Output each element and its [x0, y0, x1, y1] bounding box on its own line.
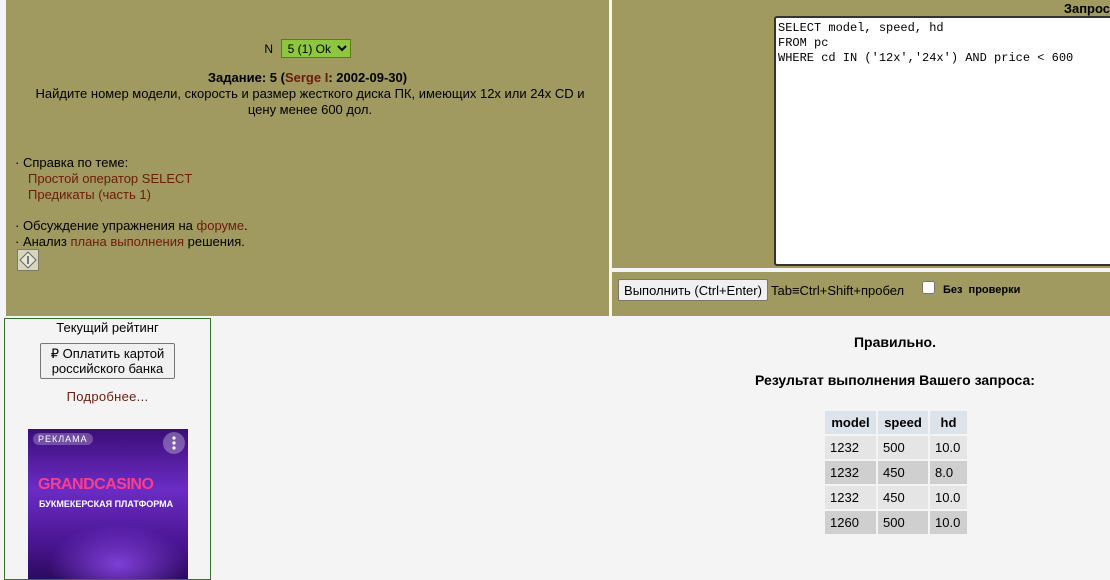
- more-vertical-icon[interactable]: [163, 432, 185, 454]
- result-header-row: model speed hd: [825, 411, 967, 434]
- table-cell-speed: 500: [878, 436, 928, 459]
- table-cell-speed: 450: [878, 461, 928, 484]
- result-verdict: Правильно.: [853, 334, 936, 350]
- ad-banner[interactable]: РЕКЛАМА GRANDCASINO БУКМЕКЕРСКАЯ ПЛАТФОР…: [28, 429, 188, 579]
- help-title: · Справка по теме:: [15, 155, 129, 170]
- result-table: model speed hd 1232 500 10.0 1232 450 8.…: [823, 409, 969, 536]
- task-selector[interactable]: 5 (1) Ok: [280, 39, 351, 58]
- table-row: 1260 500 10.0: [825, 511, 967, 534]
- analysis-prefix: · Анализ: [15, 234, 71, 249]
- task-text: Найдите номер модели, скорость и размер …: [35, 86, 585, 117]
- table-row: 1232 500 10.0: [825, 436, 967, 459]
- help-block: · Справка по теме: Простой оператор SELE…: [15, 155, 248, 250]
- ad-decoration: [48, 524, 188, 579]
- result-title: Результат выполнения Вашего запроса:: [755, 372, 1035, 388]
- more-link[interactable]: Подробнее...: [5, 389, 210, 404]
- table-cell-model: 1232: [825, 461, 876, 484]
- rating-title: Текущий рейтинг: [56, 320, 159, 335]
- task-panel: N 5 (1) Ok Задание: 5 (Serge I: 2002-09-…: [6, 0, 609, 316]
- hotkey-hint: Tab≡Ctrl+Shift+пробел: [771, 283, 905, 298]
- ad-brand: GRANDCASINO: [38, 476, 154, 493]
- table-cell-model: 1260: [825, 511, 876, 534]
- table-cell-model: 1232: [825, 486, 876, 509]
- run-bar: Выполнить (Ctrl+Enter) Tab≡Ctrl+Shift+пр…: [612, 272, 1110, 316]
- no-check-label: Без проверки: [943, 284, 1021, 296]
- no-check-checkbox[interactable]: [922, 281, 935, 294]
- task-selector-row: N 5 (1) Ok: [6, 39, 609, 58]
- info-diamond-icon: [19, 251, 37, 269]
- run-query-button[interactable]: Выполнить (Ctrl+Enter): [618, 279, 768, 301]
- table-cell-hd: 8.0: [930, 461, 967, 484]
- analysis-line: · Анализ плана выполнения решения.: [15, 234, 248, 250]
- table-cell-hd: 10.0: [930, 486, 967, 509]
- task-selector-label: N: [264, 42, 274, 56]
- pay-card-button[interactable]: ₽ Оплатить картой российского банка: [40, 343, 175, 379]
- forum-link[interactable]: форуме: [197, 218, 245, 233]
- author-link[interactable]: Serge I: [285, 70, 328, 85]
- ad-tagline: БУКМЕКЕРСКАЯ ПЛАТФОРМА: [39, 499, 174, 509]
- query-panel: Запрос SELECT model, speed, hd FROM pc W…: [612, 0, 1110, 268]
- column-header-speed: speed: [878, 411, 928, 434]
- ad-badge: РЕКЛАМА: [33, 433, 93, 445]
- query-label: Запрос: [1063, 1, 1110, 16]
- table-cell-speed: 500: [878, 511, 928, 534]
- help-link-simple-select[interactable]: Простой оператор SELECT: [28, 171, 192, 186]
- analysis-suffix: решения.: [184, 234, 245, 249]
- discussion-prefix: · Обсуждение упражнения на: [15, 218, 197, 233]
- table-cell-model: 1232: [825, 436, 876, 459]
- info-diamond-button[interactable]: [17, 249, 39, 271]
- table-cell-hd: 10.0: [930, 511, 967, 534]
- execution-plan-link[interactable]: плана выполнения: [70, 234, 184, 249]
- table-row: 1232 450 8.0: [825, 461, 967, 484]
- help-link-predicates[interactable]: Предикаты (часть 1): [28, 187, 151, 202]
- sql-query-editor[interactable]: SELECT model, speed, hd FROM pc WHERE cd…: [774, 16, 1110, 266]
- sidebar: Текущий рейтинг ₽ Оплатить картой россий…: [4, 318, 211, 580]
- column-header-model: model: [825, 411, 876, 434]
- task-heading: Задание: 5 (Serge I: 2002-09-30): [6, 70, 609, 85]
- task-heading-prefix: Задание: 5 (: [207, 70, 285, 85]
- discussion-suffix: .: [244, 218, 248, 233]
- discussion-line: · Обсуждение упражнения на форуме.: [15, 218, 248, 234]
- task-heading-date: : 2002-09-30): [328, 70, 408, 85]
- table-row: 1232 450 10.0: [825, 486, 967, 509]
- table-cell-hd: 10.0: [930, 436, 967, 459]
- table-cell-speed: 450: [878, 486, 928, 509]
- column-header-hd: hd: [930, 411, 967, 434]
